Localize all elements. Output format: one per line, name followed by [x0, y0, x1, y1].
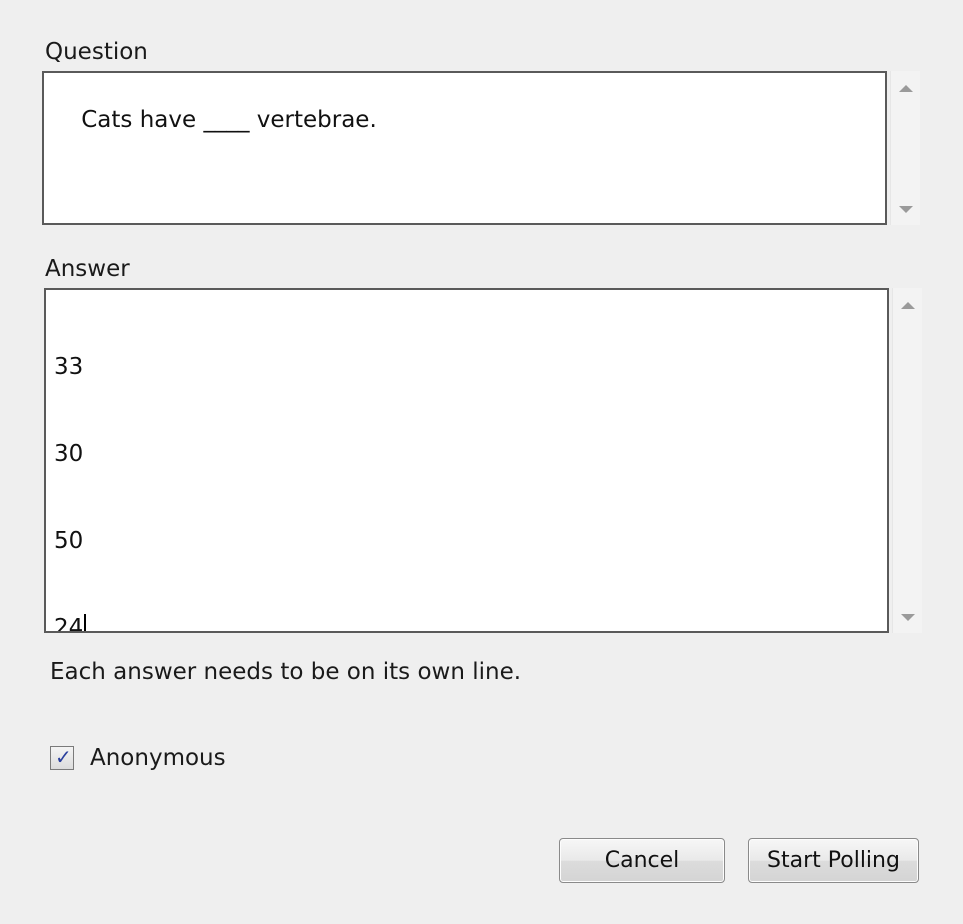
anonymous-checkbox[interactable]: ✓	[50, 745, 74, 770]
anonymous-checkbox-row[interactable]: ✓ Anonymous	[50, 744, 226, 772]
answer-scrollbar[interactable]	[892, 288, 922, 633]
scroll-up-arrow-icon[interactable]	[899, 85, 913, 92]
scroll-up-arrow-icon[interactable]	[901, 302, 915, 309]
answer-label: Answer	[45, 256, 130, 282]
scroll-down-arrow-icon[interactable]	[901, 614, 915, 621]
poll-dialog: Question Cats have ____ vertebrae. Answe…	[0, 0, 963, 924]
question-label: Question	[45, 39, 148, 65]
answer-hint: Each answer needs to be on its own line.	[50, 659, 522, 685]
start-polling-button[interactable]: Start Polling	[748, 838, 919, 883]
answer-line: 30	[54, 441, 84, 467]
question-text: Cats have ____ vertebrae.	[81, 107, 377, 133]
scroll-down-arrow-icon[interactable]	[899, 206, 913, 213]
checkmark-icon: ✓	[55, 745, 72, 769]
question-scrollbar[interactable]	[890, 71, 920, 225]
anonymous-label[interactable]: Anonymous	[90, 744, 226, 772]
answer-line: 50	[54, 528, 84, 554]
answer-textarea[interactable]: 33 30 50 24	[44, 288, 889, 633]
answer-line: 33	[54, 354, 84, 380]
answer-line: 24	[54, 615, 84, 633]
cancel-button[interactable]: Cancel	[559, 838, 725, 883]
text-caret	[84, 614, 87, 631]
answer-line-current: 24	[54, 614, 879, 633]
question-textarea[interactable]: Cats have ____ vertebrae.	[42, 71, 887, 225]
